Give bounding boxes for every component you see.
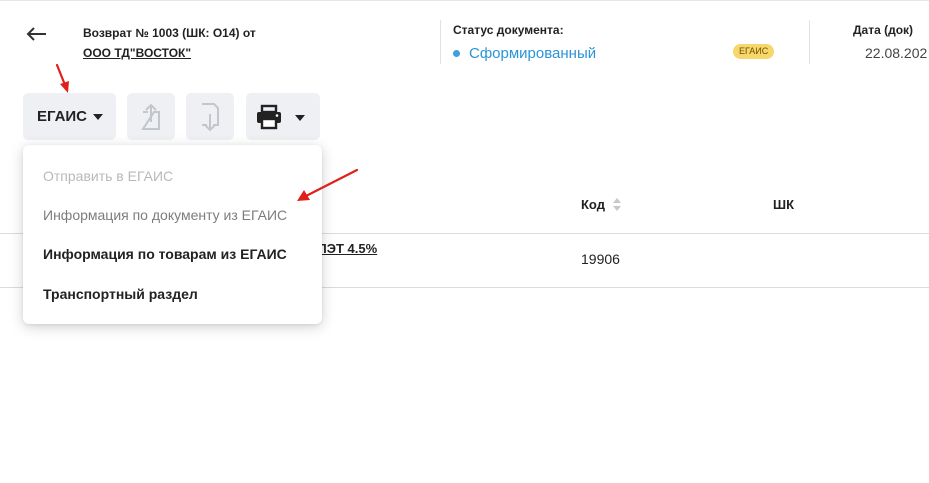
import-button[interactable] bbox=[186, 93, 234, 140]
header-divider bbox=[809, 20, 810, 64]
menu-item-send-to-egais: Отправить в ЕГАИС bbox=[43, 168, 174, 184]
egais-button-label: ЕГАИС bbox=[37, 108, 88, 125]
header-divider bbox=[440, 20, 441, 64]
arrow-left-icon bbox=[26, 27, 46, 41]
date-label: Дата (док) bbox=[853, 23, 914, 37]
sort-icon[interactable] bbox=[612, 197, 622, 212]
egais-badge: ЕГАИС bbox=[733, 44, 775, 59]
print-dropdown-button[interactable] bbox=[246, 93, 320, 140]
table-row-code: 19906 bbox=[581, 251, 620, 267]
date-value: 22.08.202 bbox=[865, 45, 928, 61]
status-value: Сформированный bbox=[469, 45, 597, 62]
status-label: Статус документа: bbox=[453, 23, 564, 37]
column-header-barcode[interactable]: ШК bbox=[773, 197, 794, 212]
back-button[interactable] bbox=[24, 22, 50, 46]
counterparty-link[interactable]: ООО ТД"ВОСТОК" bbox=[83, 46, 191, 60]
column-header-code[interactable]: Код bbox=[581, 197, 605, 212]
file-import-icon bbox=[202, 103, 219, 132]
printer-icon bbox=[257, 104, 281, 130]
caret-down-icon bbox=[93, 114, 103, 120]
caret-down-icon bbox=[295, 115, 305, 121]
menu-item-document-info[interactable]: Информация по документу из ЕГАИС bbox=[43, 207, 287, 223]
annotation-arrowhead bbox=[60, 81, 69, 93]
egais-dropdown-menu: Отправить в ЕГАИС Информация по документ… bbox=[23, 145, 322, 324]
document-title: Возврат № 1003 (ШК: О14) от bbox=[83, 26, 256, 40]
file-export-icon bbox=[141, 103, 160, 130]
menu-item-transport-section[interactable]: Транспортный раздел bbox=[43, 286, 198, 302]
status-dot-icon bbox=[453, 50, 460, 57]
menu-item-goods-info[interactable]: Информация по товарам из ЕГАИС bbox=[43, 246, 287, 262]
egais-dropdown-button[interactable]: ЕГАИС bbox=[23, 93, 116, 140]
top-divider bbox=[0, 0, 929, 1]
export-button[interactable] bbox=[127, 93, 175, 140]
annotation-arrow bbox=[55, 63, 67, 87]
